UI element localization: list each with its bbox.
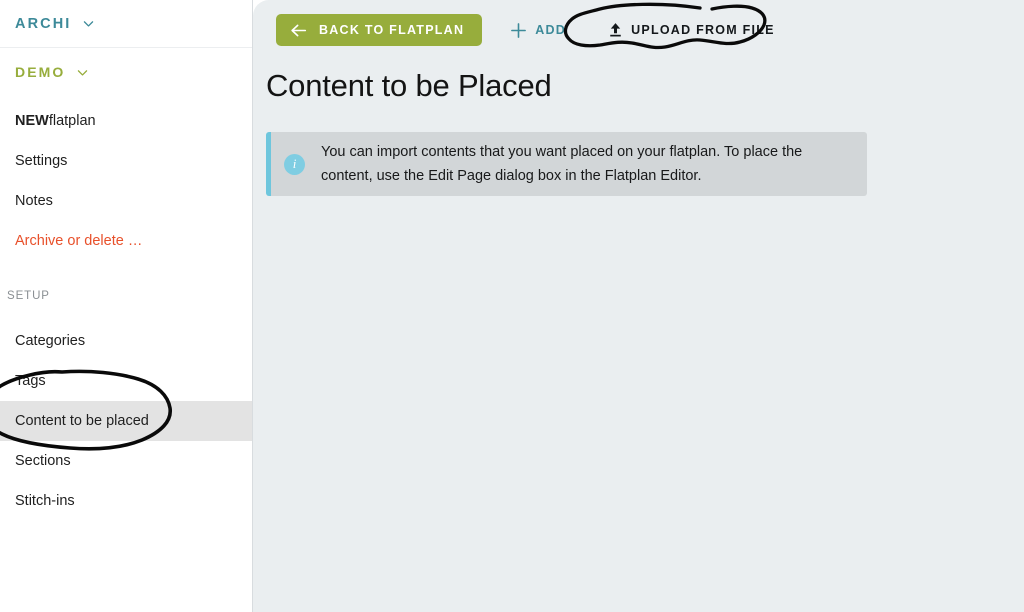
sidebar-item-label: Content to be placed [15,413,149,429]
toolbar: BACK TO FLATPLAN ADD UPLOAD FROM FILE [253,0,1024,60]
sidebar-item-label: Stitch-ins [15,493,75,509]
main-panel: BACK TO FLATPLAN ADD UPLOAD FROM FILE Co… [253,0,1024,612]
arrow-left-icon [290,23,307,38]
upload-from-file-label: UPLOAD FROM FILE [631,23,775,37]
sidebar-item-label: Categories [15,333,86,349]
upload-from-file-button[interactable]: UPLOAD FROM FILE [598,14,785,46]
back-to-flatplan-label: BACK TO FLATPLAN [319,23,465,37]
info-banner: i You can import contents that you want … [266,132,867,196]
setup-nav: Categories Tags Content to be placed Sec… [0,321,252,521]
plus-icon [510,22,527,39]
sidebar-item-label: Tags [15,373,46,389]
add-label: ADD [535,23,567,37]
sidebar-item-archive-or-delete[interactable]: Archive or delete … [0,221,252,261]
info-icon: i [284,153,305,175]
app-root: ARCHI DEMO NEW flatplan Settings Notes A… [0,0,1024,612]
sidebar: ARCHI DEMO NEW flatplan Settings Notes A… [0,0,253,612]
chevron-down-icon [82,17,95,30]
project-switcher[interactable]: DEMO [0,51,252,93]
info-banner-text: You can import contents that you want pl… [321,144,803,184]
org-name: ARCHI [15,15,72,32]
org-switcher[interactable]: ARCHI [0,0,252,48]
back-to-flatplan-button[interactable]: BACK TO FLATPLAN [276,14,483,46]
primary-nav: NEW flatplan Settings Notes Archive or d… [0,101,252,261]
chevron-down-icon [76,66,89,79]
sidebar-item-label: Archive or delete … [15,233,143,249]
sidebar-item-label: flatplan [48,113,96,129]
sidebar-item-label-strong: NEW [15,113,49,129]
sidebar-item-settings[interactable]: Settings [0,141,252,181]
sidebar-item-new-flatplan[interactable]: NEW flatplan [0,101,252,141]
sidebar-item-label: Notes [15,193,53,209]
project-name: DEMO [15,64,66,80]
sidebar-item-content-to-be-placed[interactable]: Content to be placed [0,401,252,441]
upload-icon [608,22,623,38]
sidebar-item-tags[interactable]: Tags [0,361,252,401]
sidebar-item-label: Sections [15,453,71,469]
sidebar-item-sections[interactable]: Sections [0,441,252,481]
section-heading-label: SETUP [7,290,50,302]
sidebar-item-notes[interactable]: Notes [0,181,252,221]
page-title: Content to be Placed [266,68,552,103]
sidebar-item-categories[interactable]: Categories [0,321,252,361]
sidebar-section-setup-heading: SETUP [0,283,252,309]
add-button[interactable]: ADD [500,14,576,46]
sidebar-item-stitch-ins[interactable]: Stitch-ins [0,481,252,521]
sidebar-item-label: Settings [15,153,68,169]
